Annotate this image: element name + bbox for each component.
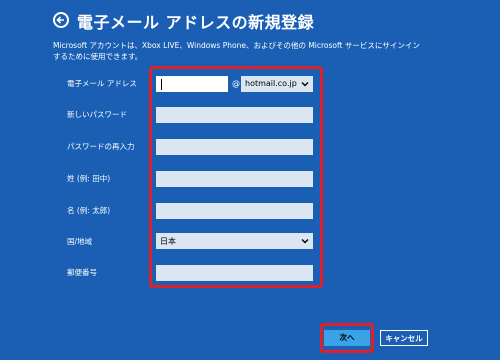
postal-code-label: 郵便番号 [67,268,97,277]
next-button[interactable]: 次へ [324,330,370,346]
email-label: 電子メール アドレス [67,79,137,88]
arrow-left-icon [56,16,64,24]
description-line-1: Microsoft アカウントは、Xbox LIVE、Windows Phone… [53,41,420,50]
first-name-label: 名 (例: 太郎) [67,206,111,215]
back-arrow-button[interactable] [53,12,69,28]
confirm-password-label: パスワードの再入力 [67,142,135,151]
last-name-label: 姓 (例: 田中) [67,174,111,183]
page-title: 電子メール アドレスの新規登録 [77,13,315,32]
country-label: 国/地域 [67,237,93,246]
description-text: Microsoft アカウントは、Xbox LIVE、Windows Phone… [53,40,453,62]
description-line-2: するために使用できます。 [53,52,143,61]
cancel-button[interactable]: キャンセル [380,330,428,346]
fields-highlight-frame [149,66,323,288]
new-password-label: 新しいパスワード [67,110,127,119]
